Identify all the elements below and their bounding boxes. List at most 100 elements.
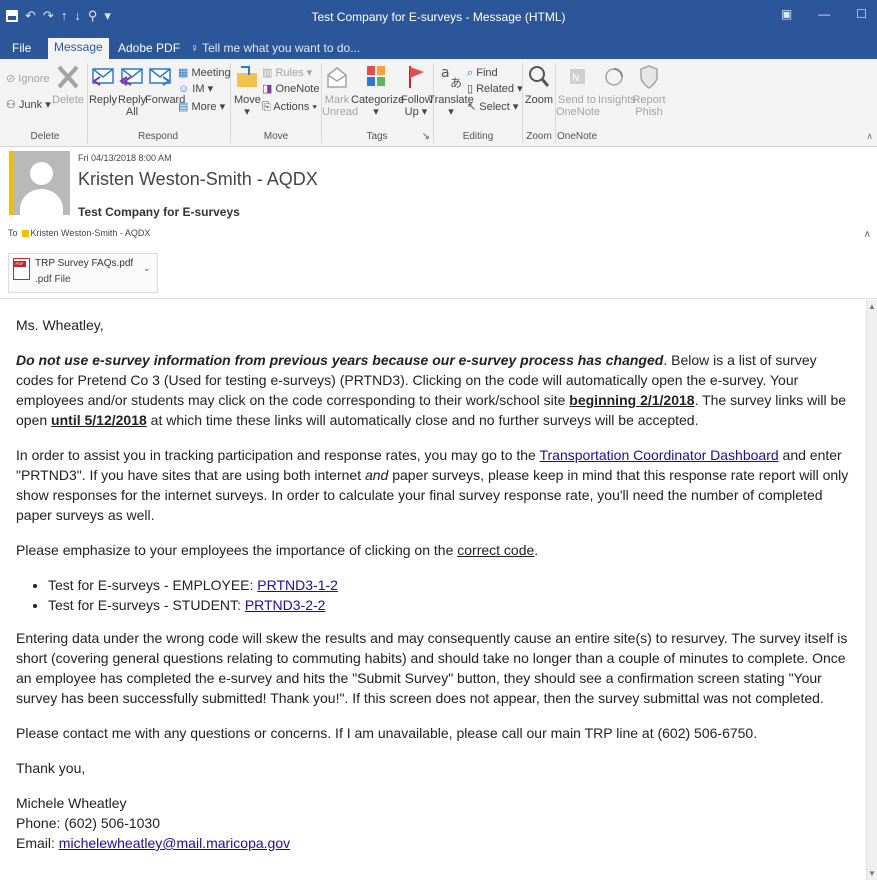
scroll-down-icon[interactable]: ▼ (868, 869, 876, 878)
move-folder-icon (237, 66, 257, 87)
signature: Michele Wheatley Phone: (602) 506-1030 E… (16, 793, 854, 853)
email-link[interactable]: michelewheatley@mail.maricopa.gov (59, 835, 290, 851)
collapse-ribbon-icon[interactable]: ∧ (866, 131, 873, 142)
ribbon-separator (230, 63, 231, 143)
reply-icon (92, 68, 114, 86)
begin-date: beginning 2/1/2018 (569, 392, 695, 408)
survey-code-list: Test for E-surveys - EMPLOYEE: PRTND3-1-… (16, 575, 854, 615)
tags-dialog-launcher-icon[interactable]: ↘ (422, 131, 430, 142)
group-label-zoom: Zoom (526, 131, 552, 142)
paragraph-wrong-code: Entering data under the wrong code will … (16, 630, 848, 706)
paragraph-emphasize: Please emphasize to your employees the i… (16, 542, 539, 558)
report-phish-button[interactable]: Report Phish (632, 63, 666, 118)
signature-name: Michele Wheatley (16, 795, 127, 811)
onenote-button[interactable]: ◨ OneNote (262, 83, 319, 96)
select-button[interactable]: ↖ Select ▾ (467, 101, 518, 114)
rules-button[interactable]: ▥ Rules ▾ (262, 67, 312, 80)
avatar (13, 151, 70, 215)
flag-icon (409, 66, 424, 88)
insights-icon (605, 68, 623, 86)
paragraph-process-change: Do not use e-survey information from pre… (16, 352, 847, 428)
closing: Thank you, (16, 760, 86, 776)
junk-button[interactable]: ⚇ Junk ▾ (6, 99, 51, 112)
onenote-send-icon: N (570, 69, 585, 84)
categorize-icon (367, 66, 385, 86)
reply-button[interactable]: Reply (88, 63, 118, 106)
zoom-button[interactable]: Zoom (523, 63, 555, 106)
delete-x-icon (57, 65, 79, 89)
svg-text:あ: あ (450, 76, 462, 90)
find-button[interactable]: ⌕ Find (467, 67, 498, 80)
scroll-up-icon[interactable]: ▲ (868, 302, 876, 311)
attachment-item[interactable]: PDF TRP Survey FAQs.pdf .pdf File ⌄ (8, 253, 158, 293)
ribbon-display-options-button[interactable]: ▣ (781, 7, 792, 21)
attachment-type: .pdf File (35, 274, 71, 285)
presence-indicator (9, 151, 13, 215)
more-icon: ▤ (178, 101, 192, 113)
ribbon-tabs: File Message Adobe PDF ♀ Tell me what yo… (0, 35, 877, 59)
lightbulb-icon: ♀ (190, 41, 203, 55)
tab-file[interactable]: File (6, 39, 37, 59)
tell-me-label: Tell me what you want to do... (202, 41, 361, 55)
student-survey-link[interactable]: PRTND3-2-2 (245, 597, 326, 613)
meeting-icon: ▦ (178, 67, 192, 79)
forward-button[interactable]: Forward (145, 63, 185, 106)
tab-message[interactable]: Message (48, 38, 109, 59)
im-button[interactable]: ☺ IM ▾ (178, 83, 213, 96)
delete-button[interactable]: Delete (50, 63, 86, 106)
window-controls: ▣ — ☐ (781, 7, 867, 21)
attachment-menu-icon[interactable]: ⌄ (143, 263, 151, 274)
magnifier-icon (529, 66, 550, 87)
end-date: until 5/12/2018 (51, 412, 147, 428)
select-cursor-icon: ↖ (467, 101, 480, 113)
svg-text:a: a (441, 65, 450, 81)
reply-all-button[interactable]: Reply All (118, 63, 146, 118)
minimize-button[interactable]: — (818, 7, 830, 21)
message-date: Fri 04/13/2018 8:00 AM (78, 153, 172, 163)
to-line: To Kristen Weston-Smith - AQDX (8, 228, 150, 238)
dashboard-link[interactable]: Transportation Coordinator Dashboard (539, 447, 778, 463)
message-body: Ms. Wheatley, Do not use e-survey inform… (0, 300, 866, 880)
group-label-respond: Respond (137, 131, 179, 142)
find-icon: ⌕ (467, 67, 477, 79)
insights-button[interactable]: Insights (598, 63, 636, 106)
junk-icon: ⚇ (6, 99, 19, 111)
attachment-bar: PDF TRP Survey FAQs.pdf .pdf File ⌄ (0, 247, 877, 299)
employee-survey-link[interactable]: PRTND3-1-2 (257, 577, 338, 593)
group-label-move: Move (263, 131, 289, 142)
signature-email-line: Email: michelewheatley@mail.maricopa.gov (16, 835, 291, 851)
reply-all-icon (119, 68, 143, 86)
tab-adobe-pdf[interactable]: Adobe PDF (112, 39, 186, 59)
expand-header-icon[interactable]: ∧ (864, 229, 871, 240)
maximize-button[interactable]: ☐ (856, 7, 867, 21)
sender-name[interactable]: Kristen Weston-Smith - AQDX (78, 169, 318, 190)
title-bar: ↶ ↷ ↑ ↓ ⚲ ▾ Test Company for E-surveys -… (0, 0, 877, 35)
related-icon: ▯ (467, 83, 477, 95)
meeting-button[interactable]: ▦ Meeting (178, 67, 231, 80)
ignore-icon: ⊘ (6, 73, 19, 85)
paragraph-contact: Please contact me with any questions or … (16, 725, 758, 741)
categorize-button[interactable]: Categorize ▾ (351, 63, 404, 118)
tell-me-search[interactable]: ♀ Tell me what you want to do... (184, 39, 366, 59)
mark-unread-icon (327, 67, 347, 88)
group-label-editing: Editing (462, 131, 494, 142)
vertical-scrollbar[interactable]: ▲ ▼ (866, 300, 877, 880)
move-button[interactable]: Move ▾ (234, 63, 261, 118)
ignore-button[interactable]: ⊘ Ignore (6, 73, 49, 86)
send-to-onenote-button[interactable]: N Send to OneNote (556, 63, 600, 118)
group-label-onenote: OneNote (556, 131, 598, 142)
paragraph-tracking: In order to assist you in tracking parti… (16, 447, 849, 523)
actions-button[interactable]: ⎘ Actions ▾ (262, 101, 317, 114)
follow-up-button[interactable]: Follow Up ▾ (401, 63, 433, 118)
mark-unread-button[interactable]: Mark Unread (322, 63, 358, 118)
window-title: Test Company for E-surveys - Message (HT… (311, 10, 566, 24)
report-phish-shield-icon (640, 65, 658, 89)
message-subject: Test Company for E-surveys (78, 205, 240, 219)
more-respond-button[interactable]: ▤ More ▾ (178, 101, 225, 114)
onenote-icon: ◨ (262, 83, 276, 95)
to-label: To (8, 228, 18, 238)
related-button[interactable]: ▯ Related ▾ (467, 83, 523, 96)
recipient-name[interactable]: Kristen Weston-Smith - AQDX (31, 228, 151, 238)
signature-phone: Phone: (602) 506-1030 (16, 815, 160, 831)
rules-icon: ▥ (262, 67, 276, 79)
